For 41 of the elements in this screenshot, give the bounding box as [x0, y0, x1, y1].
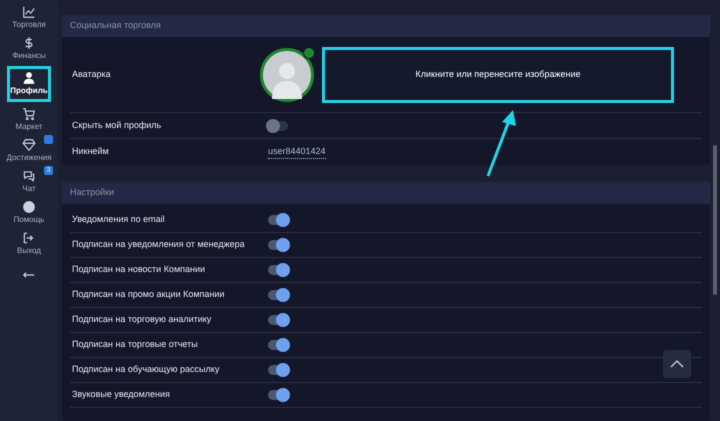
chart-icon — [22, 4, 36, 18]
exit-icon — [22, 230, 36, 244]
row-label: Звуковые уведомления — [71, 388, 171, 402]
upload-dropzone[interactable]: Кликните или перенесите изображение — [322, 46, 674, 102]
toggle-switch[interactable] — [268, 365, 288, 375]
toggle-switch[interactable] — [268, 265, 288, 275]
chevron-up-icon — [670, 360, 684, 368]
row-label: Подписан на торговые отчеты — [71, 338, 199, 352]
row-label: Подписан на уведомления от менеджера — [71, 238, 246, 252]
row-label: Подписан на обучающую рассылку — [71, 363, 220, 376]
toggle-switch[interactable] — [268, 120, 288, 130]
sidebar-item[interactable]: Достижения — [7, 137, 51, 164]
annotation-arrow — [484, 108, 518, 178]
panel-title: Настройки — [70, 186, 114, 200]
sidebar-item[interactable]: Помощь — [7, 199, 51, 226]
nickname-value[interactable]: user84401424 — [268, 144, 326, 160]
diamond-icon — [22, 138, 36, 152]
row-label: Аватарка — [71, 68, 112, 81]
user-icon — [22, 71, 36, 85]
row-label: Скрыть мой профиль — [71, 118, 162, 132]
sidebar-item[interactable]: Торговля — [7, 4, 51, 31]
toggle-switch[interactable] — [268, 215, 288, 225]
toggle-switch[interactable] — [268, 340, 288, 350]
avatar-placeholder-icon — [260, 48, 314, 102]
sidebar-item[interactable]: Маркет — [7, 106, 51, 133]
sidebar-item[interactable]: Выход — [7, 230, 51, 257]
row-label: Подписан на торговую аналитику — [71, 313, 212, 326]
sidebar-item[interactable]: Финансы — [7, 35, 51, 62]
row-label: Подписан на промо акции Компании — [71, 288, 226, 302]
toggle-switch[interactable] — [268, 240, 288, 250]
cart-icon — [22, 106, 36, 120]
toggle-switch[interactable] — [268, 290, 288, 300]
sidebar-item[interactable]: Профиль — [7, 66, 51, 102]
row-label: Никнейм — [71, 145, 110, 158]
row-label: Подписан на новости Компании — [71, 263, 206, 276]
chat-icon — [22, 168, 36, 182]
row-label: Уведомления по email — [71, 213, 166, 226]
scroll-to-top-button[interactable] — [663, 350, 691, 378]
panel-title: Социальная торговля — [70, 19, 161, 32]
toggle-switch[interactable] — [268, 390, 288, 400]
toggle-switch[interactable] — [268, 315, 288, 325]
